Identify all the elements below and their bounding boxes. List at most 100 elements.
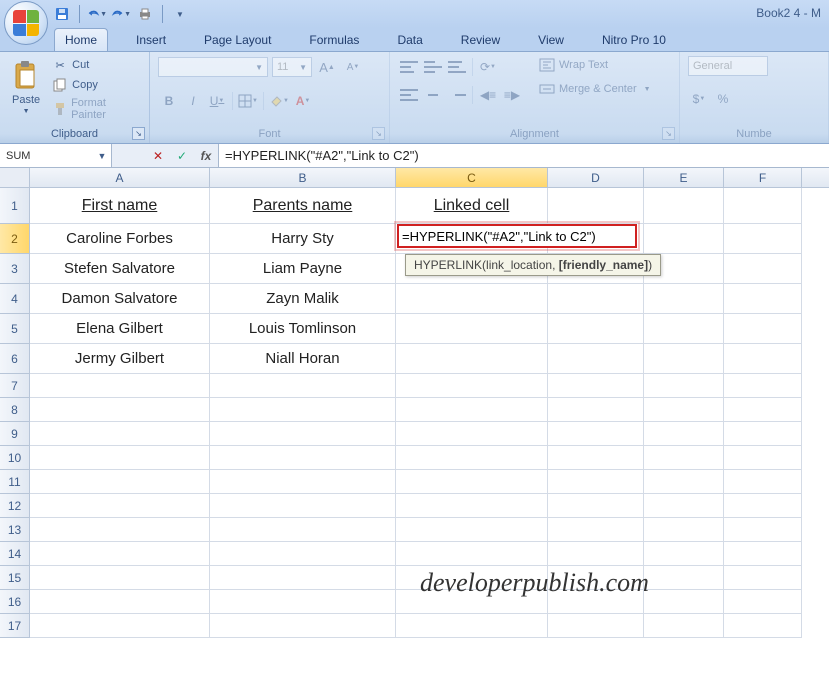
align-right-button[interactable] — [446, 84, 468, 106]
row-header[interactable]: 7 — [0, 374, 30, 398]
tab-home[interactable]: Home — [54, 28, 108, 51]
cell[interactable] — [396, 344, 548, 374]
grow-font-button[interactable]: A▲ — [316, 56, 338, 78]
decrease-indent-button[interactable]: ◀≡ — [477, 84, 499, 106]
cell[interactable]: Damon Salvatore — [30, 284, 210, 314]
cell[interactable] — [644, 188, 724, 224]
cell[interactable]: First name — [30, 188, 210, 224]
percent-format-button[interactable]: % — [712, 88, 734, 110]
cell[interactable] — [30, 614, 210, 638]
cell[interactable]: Elena Gilbert — [30, 314, 210, 344]
row-header[interactable]: 3 — [0, 254, 30, 284]
underline-button[interactable]: U▼ — [206, 90, 228, 112]
wrap-text-button[interactable]: Wrap Text — [537, 56, 653, 74]
row-header[interactable]: 10 — [0, 446, 30, 470]
row-header[interactable]: 1 — [0, 188, 30, 224]
cell[interactable] — [30, 398, 210, 422]
increase-indent-button[interactable]: ≡▶ — [501, 84, 523, 106]
cell[interactable] — [396, 446, 548, 470]
row-header[interactable]: 17 — [0, 614, 30, 638]
cell[interactable] — [30, 542, 210, 566]
cell[interactable] — [548, 344, 644, 374]
select-all-corner[interactable] — [0, 168, 30, 188]
cell[interactable] — [644, 422, 724, 446]
cell[interactable]: Parents name — [210, 188, 396, 224]
cell[interactable] — [724, 470, 802, 494]
cell[interactable] — [644, 398, 724, 422]
cell[interactable] — [396, 422, 548, 446]
row-header[interactable]: 15 — [0, 566, 30, 590]
formula-input[interactable]: =HYPERLINK("#A2","Link to C2") — [219, 144, 829, 167]
cell[interactable] — [210, 542, 396, 566]
cell[interactable] — [644, 446, 724, 470]
align-middle-button[interactable] — [422, 56, 444, 78]
cell[interactable] — [210, 494, 396, 518]
cell[interactable]: Jermy Gilbert — [30, 344, 210, 374]
cell[interactable] — [210, 470, 396, 494]
cell[interactable] — [30, 470, 210, 494]
paste-button[interactable]: Paste ▼ — [8, 56, 44, 119]
row-header[interactable]: 4 — [0, 284, 30, 314]
cell[interactable] — [396, 314, 548, 344]
cell[interactable] — [548, 614, 644, 638]
font-color-button[interactable]: A▼ — [292, 90, 314, 112]
cell[interactable] — [548, 284, 644, 314]
alignment-launcher[interactable]: ↘ — [662, 127, 675, 140]
cell[interactable]: Louis Tomlinson — [210, 314, 396, 344]
cell[interactable] — [210, 398, 396, 422]
cell[interactable]: Caroline Forbes — [30, 224, 210, 254]
cell[interactable] — [210, 374, 396, 398]
cell[interactable] — [30, 590, 210, 614]
cell[interactable] — [644, 590, 724, 614]
enter-formula-button[interactable]: ✓ — [170, 149, 194, 163]
row-header[interactable]: 9 — [0, 422, 30, 446]
cell[interactable] — [724, 518, 802, 542]
cell[interactable] — [644, 494, 724, 518]
row-header[interactable]: 14 — [0, 542, 30, 566]
name-box[interactable]: SUM▼ — [0, 144, 112, 167]
tab-nitro[interactable]: Nitro Pro 10 — [592, 29, 676, 51]
italic-button[interactable]: I — [182, 90, 204, 112]
row-header[interactable]: 11 — [0, 470, 30, 494]
cell[interactable] — [644, 284, 724, 314]
save-icon[interactable] — [52, 4, 72, 24]
cell[interactable] — [396, 614, 548, 638]
cell[interactable] — [30, 422, 210, 446]
col-header-F[interactable]: F — [724, 168, 802, 187]
office-button[interactable] — [4, 1, 48, 45]
cell[interactable] — [210, 518, 396, 542]
format-painter-button[interactable]: Format Painter — [50, 96, 141, 122]
cut-button[interactable]: ✂Cut — [50, 56, 141, 74]
align-bottom-button[interactable] — [446, 56, 468, 78]
cell[interactable] — [548, 518, 644, 542]
cell[interactable] — [724, 422, 802, 446]
cell[interactable] — [210, 422, 396, 446]
row-header[interactable]: 6 — [0, 344, 30, 374]
cell[interactable] — [644, 566, 724, 590]
cell[interactable] — [30, 446, 210, 470]
cell[interactable] — [644, 542, 724, 566]
cell[interactable] — [396, 494, 548, 518]
fill-color-button[interactable]: ▼ — [268, 90, 290, 112]
row-header[interactable]: 16 — [0, 590, 30, 614]
cell[interactable] — [644, 470, 724, 494]
cell[interactable] — [548, 494, 644, 518]
cell[interactable]: Harry Sty — [210, 224, 396, 254]
col-header-B[interactable]: B — [210, 168, 396, 187]
cell[interactable] — [548, 542, 644, 566]
border-button[interactable]: ▼ — [237, 90, 259, 112]
cell[interactable] — [548, 188, 644, 224]
tab-review[interactable]: Review — [451, 29, 510, 51]
clipboard-launcher[interactable]: ↘ — [132, 127, 145, 140]
merge-center-button[interactable]: Merge & Center▼ — [537, 80, 653, 98]
cell[interactable] — [396, 542, 548, 566]
cell[interactable] — [548, 374, 644, 398]
cell[interactable] — [396, 284, 548, 314]
cell[interactable] — [210, 446, 396, 470]
cell[interactable] — [724, 590, 802, 614]
insert-function-button[interactable]: fx — [194, 149, 218, 163]
redo-icon[interactable]: ▼ — [111, 4, 131, 24]
cell[interactable]: Stefen Salvatore — [30, 254, 210, 284]
cell[interactable] — [396, 518, 548, 542]
cell[interactable] — [724, 614, 802, 638]
